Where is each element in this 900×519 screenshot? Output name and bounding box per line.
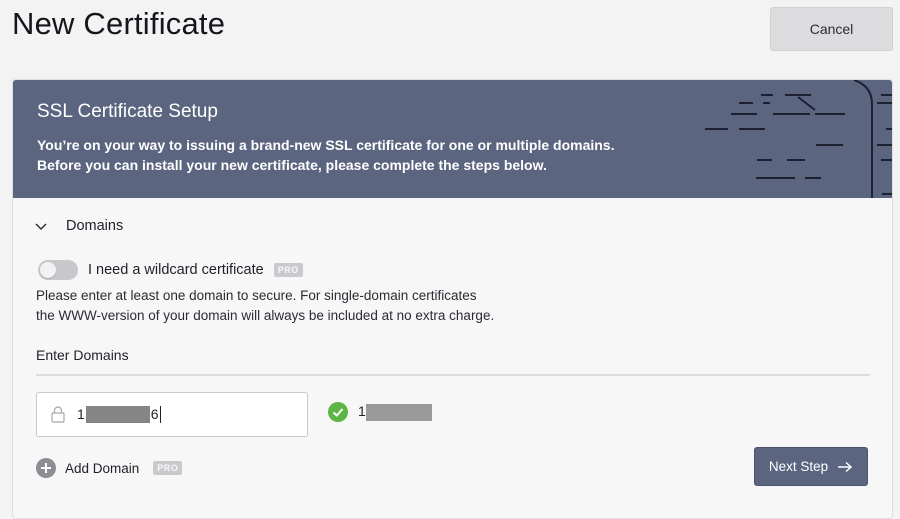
redacted-block <box>365 403 432 421</box>
redacted-block <box>85 406 150 424</box>
check-circle-icon <box>328 402 348 422</box>
validated-prefix: 1 <box>358 403 366 420</box>
plus-circle-icon <box>36 458 56 478</box>
banner-desc-line: You’re on your way to issuing a brand-ne… <box>37 137 615 153</box>
next-step-button[interactable]: Next Step <box>754 447 868 486</box>
domain-input[interactable]: 16 <box>36 392 308 437</box>
help-text: Please enter at least one domain to secu… <box>36 286 556 326</box>
pro-badge: PRO <box>273 263 303 277</box>
validated-domain: 1 <box>328 402 432 422</box>
help-text-line: Please enter at least one domain to secu… <box>36 288 477 303</box>
enter-domains-label: Enter Domains <box>36 347 129 363</box>
section-label: Domains <box>66 218 124 234</box>
banner-title: SSL Certificate Setup <box>37 101 218 122</box>
page-title: New Certificate <box>12 6 226 41</box>
domain-input-suffix: 6 <box>150 405 159 422</box>
cancel-button[interactable]: Cancel <box>770 7 893 51</box>
setup-banner: SSL Certificate Setup You’re on your way… <box>13 80 892 198</box>
wildcard-toggle-row: I need a wildcard certificate PRO <box>38 260 303 280</box>
banner-decoration-icon <box>705 80 892 198</box>
add-domain-button[interactable]: Add Domain PRO <box>36 458 183 478</box>
banner-description: You’re on your way to issuing a brand-ne… <box>37 135 677 175</box>
wildcard-toggle[interactable] <box>38 260 78 280</box>
pro-badge: PRO <box>153 461 183 475</box>
domain-input-prefix: 1 <box>77 405 85 422</box>
next-step-label: Next Step <box>768 459 829 474</box>
toggle-knob <box>40 262 56 278</box>
divider <box>36 374 870 376</box>
add-domain-label: Add Domain <box>65 460 140 476</box>
lock-icon <box>51 406 65 423</box>
text-caret <box>159 406 161 424</box>
chevron-down-icon <box>35 223 47 230</box>
arrow-right-icon <box>838 461 853 472</box>
banner-desc-line: Before you can install your new certific… <box>37 157 547 173</box>
domains-section-header[interactable]: Domains <box>34 218 123 234</box>
help-text-line: the WWW-version of your domain will alwa… <box>36 308 495 323</box>
wildcard-label: I need a wildcard certificate <box>88 262 264 278</box>
domain-input-value: 16 <box>77 406 161 424</box>
validated-domain-text: 1 <box>358 403 432 421</box>
